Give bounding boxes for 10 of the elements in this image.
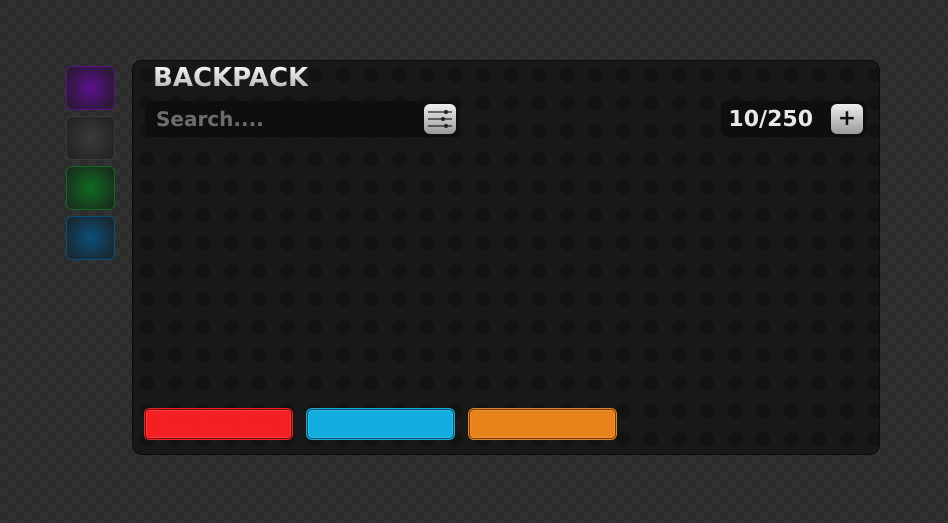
capacity-text: 10/250	[728, 106, 813, 132]
action-button[interactable]	[145, 409, 292, 439]
search-field[interactable]: Search....	[145, 101, 459, 137]
category-tab[interactable]	[66, 166, 115, 210]
search-input[interactable]: Search....	[154, 106, 424, 132]
filter-icon[interactable]	[424, 104, 456, 134]
action-button[interactable]	[469, 409, 616, 439]
add-button[interactable]: +	[831, 104, 863, 134]
category-tab[interactable]	[66, 216, 115, 260]
action-button[interactable]	[307, 409, 454, 439]
